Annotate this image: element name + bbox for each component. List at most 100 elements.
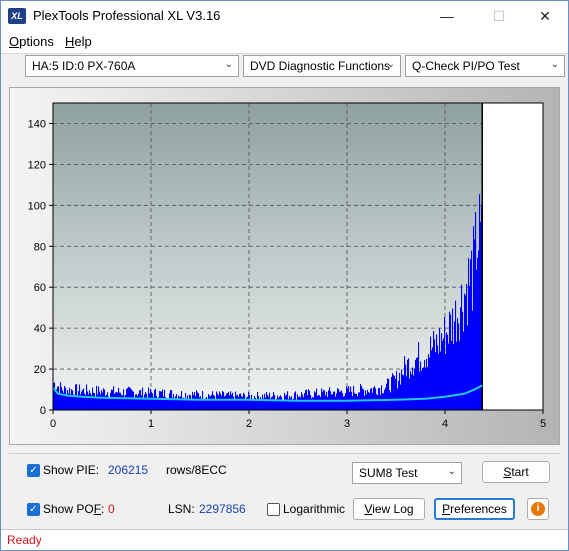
pie-bar <box>461 284 463 410</box>
pie-bar <box>174 398 176 410</box>
pie-bar <box>249 395 251 410</box>
title-bar: XL PlexTools Professional XL V3.16 — ☐ ✕ <box>1 1 568 31</box>
pie-bar <box>138 393 140 410</box>
pie-bar <box>94 392 96 410</box>
pie-bar <box>448 343 450 410</box>
pie-bar <box>400 384 402 410</box>
pie-bar <box>302 394 304 410</box>
pie-bar <box>131 389 133 410</box>
pie-bar <box>281 397 283 410</box>
pie-bar <box>471 250 473 410</box>
pie-bar <box>64 386 66 410</box>
pie-bar <box>407 359 409 410</box>
pie-bar <box>399 372 401 410</box>
pie-bar <box>335 396 337 410</box>
pie-bar <box>264 393 266 410</box>
pie-bar <box>204 399 206 410</box>
pie-bar <box>427 367 429 410</box>
pie-bar <box>403 375 405 410</box>
minimize-button[interactable]: — <box>424 1 470 31</box>
app-logo-icon: XL <box>8 8 26 24</box>
pie-bar <box>169 393 171 410</box>
menu-options[interactable]: Options <box>9 34 54 49</box>
sum-select-value: SUM8 Test <box>359 466 418 480</box>
pie-bar <box>271 397 273 410</box>
chevron-down-icon: ⌄ <box>550 59 559 70</box>
y-tick-label: 40 <box>34 323 46 335</box>
show-pof-checkbox[interactable]: ✓ <box>27 503 40 516</box>
pie-bar <box>413 375 415 410</box>
pie-bar <box>198 393 200 410</box>
pie-bar <box>297 394 299 410</box>
start-button[interactable]: Start <box>482 461 550 483</box>
pie-bar <box>223 391 225 410</box>
x-tick-label: 4 <box>442 418 448 430</box>
pie-bar <box>226 393 228 410</box>
pie-bar <box>392 373 394 410</box>
pie-bar <box>457 318 459 410</box>
pie-bar <box>87 391 89 410</box>
pie-bar <box>475 211 477 410</box>
pie-bar <box>348 386 350 410</box>
menu-help[interactable]: Help <box>65 34 92 49</box>
pie-bar <box>274 394 276 410</box>
pie-bar <box>435 352 437 410</box>
pie-bar <box>462 311 464 410</box>
pie-bar <box>310 394 312 410</box>
pie-bar <box>239 393 241 410</box>
pie-bar <box>144 394 146 410</box>
info-button[interactable]: i <box>527 498 549 520</box>
pie-bar <box>337 388 339 410</box>
pie-bar <box>149 393 151 410</box>
pie-bar <box>140 390 142 410</box>
pie-bar <box>456 341 458 410</box>
pie-bar <box>166 398 168 410</box>
sum-select[interactable]: SUM8 Test ⌄ <box>352 462 462 484</box>
pie-bar <box>161 391 163 410</box>
show-pie-checkbox[interactable]: ✓ <box>27 464 40 477</box>
pie-bar <box>415 359 417 410</box>
pie-bar <box>385 387 387 410</box>
pie-bar <box>317 395 319 410</box>
pie-bar <box>352 396 354 410</box>
pie-bar <box>252 399 254 410</box>
view-log-button[interactable]: View Log <box>353 498 425 520</box>
y-tick-label: 140 <box>28 118 46 130</box>
x-tick-label: 2 <box>246 418 252 430</box>
preferences-button[interactable]: Preferences <box>434 498 515 520</box>
pie-bar <box>383 393 385 410</box>
pie-bar <box>134 398 136 410</box>
pie-bar <box>429 357 431 410</box>
logarithmic-label: Logarithmic <box>283 502 346 516</box>
pie-bar <box>154 389 156 410</box>
pie-bar <box>445 353 447 410</box>
pie-bar <box>225 395 227 410</box>
pie-bar <box>380 394 382 410</box>
drive-select[interactable]: HA:5 ID:0 PX-760A ⌄ <box>25 55 239 77</box>
pie-bar <box>332 394 334 410</box>
close-button[interactable]: ✕ <box>522 1 568 31</box>
pie-bar <box>398 381 400 410</box>
pie-bar <box>160 391 162 410</box>
pie-bar <box>355 393 357 410</box>
pie-bar <box>218 395 220 410</box>
pie-bar <box>185 392 187 410</box>
pie-bar <box>411 374 413 410</box>
pie-bar <box>404 356 406 410</box>
maximize-button[interactable]: ☐ <box>476 1 522 31</box>
pie-bar <box>446 332 448 410</box>
pie-bar <box>422 368 424 410</box>
test-select[interactable]: Q-Check PI/PO Test ⌄ <box>405 55 565 77</box>
pie-bar <box>67 389 69 410</box>
pie-bar <box>420 361 422 410</box>
function-select[interactable]: DVD Diagnostic Functions ⌄ <box>243 55 401 77</box>
pie-bar <box>362 388 364 410</box>
pie-bar <box>235 391 237 410</box>
pie-bar <box>401 369 403 410</box>
logarithmic-checkbox[interactable] <box>267 503 280 516</box>
pie-bar <box>145 391 147 410</box>
pie-bar <box>377 395 379 410</box>
pie-bar <box>143 398 145 410</box>
x-tick-label: 0 <box>50 418 56 430</box>
pie-bar <box>395 378 397 410</box>
